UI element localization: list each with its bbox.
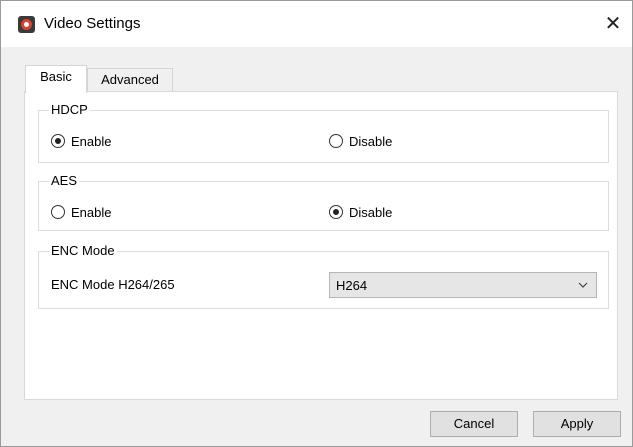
cancel-button[interactable]: Cancel [430, 411, 518, 437]
enc-mode-field-label: ENC Mode H264/265 [51, 277, 175, 292]
radio-unchecked-icon [329, 134, 343, 148]
aes-group-label: AES [49, 173, 80, 189]
app-logo-icon [18, 16, 35, 33]
aes-disable-radio[interactable]: Disable [329, 203, 392, 221]
enc-mode-group-label: ENC Mode [49, 243, 117, 259]
chevron-down-icon [578, 282, 588, 288]
hdcp-group-label: HDCP [49, 102, 90, 118]
enc-mode-selected-value: H264 [336, 278, 368, 293]
window-title: Video Settings [44, 15, 141, 32]
hdcp-group: HDCP Enable Disable [38, 102, 609, 163]
aes-enable-label: Enable [71, 204, 112, 220]
enc-mode-select[interactable]: H264 [329, 272, 597, 298]
video-settings-dialog: Video Settings ✕ Basic Advanced HDCP Ena… [0, 0, 633, 447]
title-bar: Video Settings ✕ [1, 1, 632, 47]
close-icon[interactable]: ✕ [600, 11, 626, 37]
hdcp-enable-label: Enable [71, 133, 112, 149]
radio-unchecked-icon [51, 205, 65, 219]
radio-checked-icon [329, 205, 343, 219]
hdcp-enable-radio[interactable]: Enable [51, 132, 111, 150]
aes-disable-label: Disable [349, 204, 393, 220]
tab-advanced[interactable]: Advanced [87, 68, 173, 91]
aes-enable-radio[interactable]: Enable [51, 203, 111, 221]
radio-checked-icon [51, 134, 65, 148]
enc-mode-group: ENC Mode ENC Mode H264/265 H264 [38, 243, 609, 309]
tab-basic[interactable]: Basic [25, 65, 87, 93]
hdcp-disable-label: Disable [349, 133, 393, 149]
hdcp-disable-radio[interactable]: Disable [329, 132, 392, 150]
aes-group: AES Enable Disable [38, 173, 609, 231]
basic-tab-panel: HDCP Enable Disable AES Enable Disable E… [24, 91, 618, 400]
apply-button[interactable]: Apply [533, 411, 621, 437]
